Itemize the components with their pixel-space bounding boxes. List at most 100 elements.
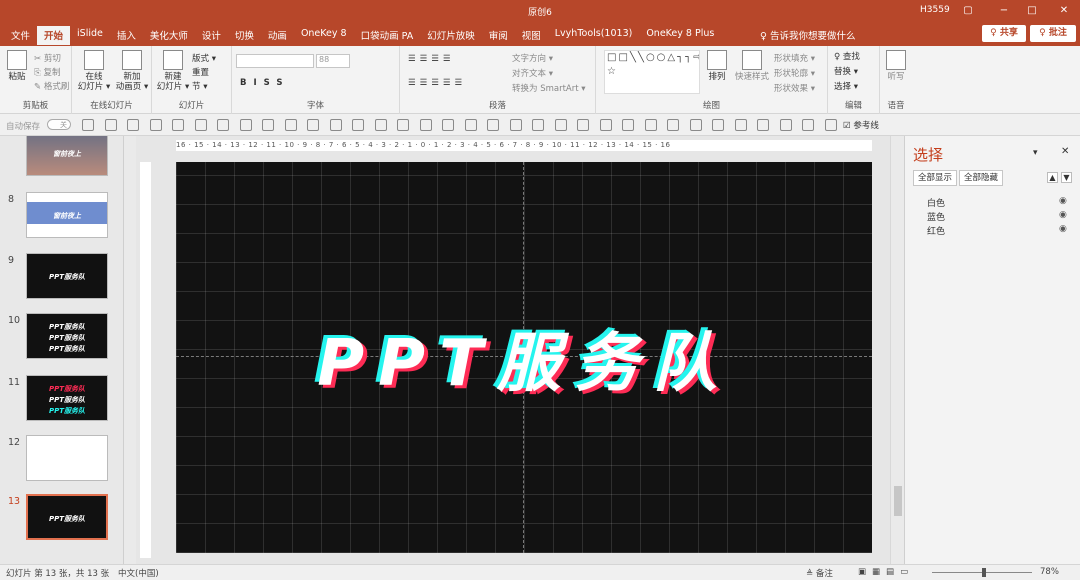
tab-4[interactable]: 美化大师: [143, 26, 195, 45]
align-center-icon[interactable]: [464, 119, 477, 131]
language-indicator[interactable]: 中文(中国): [118, 567, 159, 579]
rgb-icon[interactable]: [757, 119, 769, 131]
slide-thumbnail[interactable]: PPT服务队: [26, 253, 108, 299]
font-size-select[interactable]: 88: [316, 54, 350, 68]
paste-icon[interactable]: [262, 119, 274, 131]
font-color-icon[interactable]: [217, 119, 229, 131]
chart-icon[interactable]: [689, 119, 702, 131]
replace-button[interactable]: 替换 ▾: [834, 65, 858, 77]
crop-icon[interactable]: [577, 119, 589, 131]
tab-11[interactable]: 审阅: [482, 26, 515, 45]
tab-2[interactable]: iSlide: [70, 26, 110, 45]
shape-icon[interactable]: [329, 119, 342, 131]
align-right-icon[interactable]: [487, 119, 499, 131]
chevron-down-icon[interactable]: ▾: [1033, 148, 1038, 158]
close-button[interactable]: ✕: [1050, 3, 1078, 19]
section-button[interactable]: 节 ▾: [192, 80, 207, 92]
convert-smartart-button[interactable]: 转换为 SmartArt ▾: [512, 82, 586, 94]
slide-thumbnail[interactable]: [26, 435, 108, 481]
slide-thumbnail[interactable]: PPT服务队 PPT服务队 PPT服务队: [26, 313, 108, 359]
send-back-icon[interactable]: [824, 119, 837, 131]
fill-icon[interactable]: [172, 119, 184, 131]
bring-forward-icon[interactable]: ▲: [1047, 172, 1058, 183]
outline-icon[interactable]: [194, 119, 207, 131]
tab-10[interactable]: 幻灯片放映: [420, 26, 482, 45]
slide-thumbnail[interactable]: 窗前夜上: [26, 192, 108, 238]
tab-12[interactable]: 视图: [515, 26, 548, 45]
tell-me-search[interactable]: ♀ 告诉我你想要做什么: [760, 28, 855, 42]
tab-1[interactable]: 开始: [37, 26, 71, 45]
copy-button[interactable]: ⎘ 复制: [34, 66, 61, 78]
align-text-button[interactable]: 对齐文本 ▾: [512, 67, 553, 79]
align-buttons[interactable]: ☰☰☰☰☰: [408, 78, 466, 88]
align-top-icon[interactable]: [509, 119, 522, 131]
quick-styles-button[interactable]: 快速样式: [732, 50, 772, 82]
eye-icon[interactable]: ◉: [1059, 196, 1067, 206]
group-icon[interactable]: [284, 119, 297, 131]
image-icon[interactable]: [644, 119, 657, 131]
show-all-button[interactable]: 全部显示: [913, 170, 958, 186]
hide-all-button[interactable]: 全部隐藏: [959, 170, 1004, 186]
tab-6[interactable]: 切换: [228, 26, 261, 45]
list-buttons[interactable]: ☰☰☰☰: [408, 54, 454, 64]
current-slide[interactable]: PPT服务队: [176, 162, 872, 553]
selection-item[interactable]: 白色: [927, 196, 945, 209]
tab-0[interactable]: 文件: [4, 26, 37, 45]
zoom-level[interactable]: 78%: [1040, 567, 1059, 577]
ribbon-display-icon[interactable]: ▢: [954, 3, 982, 19]
align-middle-icon[interactable]: [532, 119, 544, 131]
text-direction-button[interactable]: 文字方向 ▾: [512, 52, 553, 64]
tab-8[interactable]: OneKey 8: [294, 26, 354, 45]
redo-icon[interactable]: [104, 119, 117, 131]
undo-icon[interactable]: [82, 119, 94, 131]
ungroup-icon[interactable]: [307, 119, 319, 131]
align-bottom-icon[interactable]: [554, 119, 567, 131]
slide-title-text[interactable]: PPT服务队: [176, 312, 872, 404]
zoom-slider-thumb[interactable]: [982, 568, 986, 577]
send-backward-icon[interactable]: ▼: [1061, 172, 1072, 183]
comments-button[interactable]: ♀ 批注: [1030, 25, 1076, 42]
select-icon[interactable]: [374, 119, 387, 131]
new-slide-button[interactable]: 新建 幻灯片 ▾: [156, 50, 190, 92]
shape-outline-button[interactable]: 形状轮廓 ▾: [774, 67, 815, 79]
maximize-button[interactable]: □: [1018, 3, 1046, 19]
link-icon[interactable]: [712, 119, 724, 131]
share-button[interactable]: ♀ 共享: [982, 25, 1026, 42]
tab-3[interactable]: 插入: [110, 26, 143, 45]
slide-scrollbar[interactable]: [890, 136, 904, 564]
slide-thumbnail[interactable]: 窗前夜上: [26, 136, 108, 176]
align-icon[interactable]: [397, 119, 409, 131]
format-painter-button[interactable]: ✎ 格式刷: [34, 80, 69, 92]
color-icon[interactable]: [734, 119, 747, 131]
autosave-toggle[interactable]: 关: [47, 119, 71, 130]
eye-icon[interactable]: ◉: [1059, 224, 1067, 234]
shape-fill-button[interactable]: 形状填充 ▾: [774, 52, 815, 64]
user-name[interactable]: H3559: [920, 5, 950, 15]
close-icon[interactable]: ✕: [1061, 146, 1069, 157]
layout-button[interactable]: 版式 ▾: [192, 52, 216, 64]
tab-14[interactable]: OneKey 8 Plus: [639, 26, 721, 45]
new-animation-page-button[interactable]: 新加 动画页 ▾: [114, 50, 150, 92]
slide-thumbnail[interactable]: PPT服务队 PPT服务队 PPT服务队: [26, 375, 108, 421]
paste-button[interactable]: 粘贴: [4, 50, 30, 82]
shape-style-icon[interactable]: [779, 119, 792, 131]
arrange-button[interactable]: 排列: [704, 50, 730, 82]
shapes-gallery[interactable]: □□╲╲○○△┐┐⇨⇩○ℓ{}☆: [604, 50, 700, 94]
tab-7[interactable]: 动画: [261, 26, 294, 45]
shape-effects-button[interactable]: 形状效果 ▾: [774, 82, 815, 94]
table-icon[interactable]: [667, 119, 679, 131]
font-format-buttons[interactable]: BISS: [240, 78, 290, 88]
format-painter-icon[interactable]: [149, 119, 162, 131]
notes-button[interactable]: ≜ 备注: [806, 567, 833, 579]
tab-13[interactable]: LvyhTools(1013): [548, 26, 640, 45]
textbox-icon[interactable]: [622, 119, 634, 131]
star-icon[interactable]: [419, 119, 432, 131]
dictate-button[interactable]: 听写: [884, 50, 908, 82]
reset-button[interactable]: 重置: [192, 66, 209, 78]
align-left-icon[interactable]: [442, 119, 454, 131]
minimize-button[interactable]: −: [990, 3, 1018, 19]
bring-front-icon[interactable]: [802, 119, 814, 131]
find-button[interactable]: ♀ 查找: [834, 50, 860, 62]
cut-button[interactable]: ✂ 剪切: [34, 52, 61, 64]
font-name-select[interactable]: [236, 54, 314, 68]
